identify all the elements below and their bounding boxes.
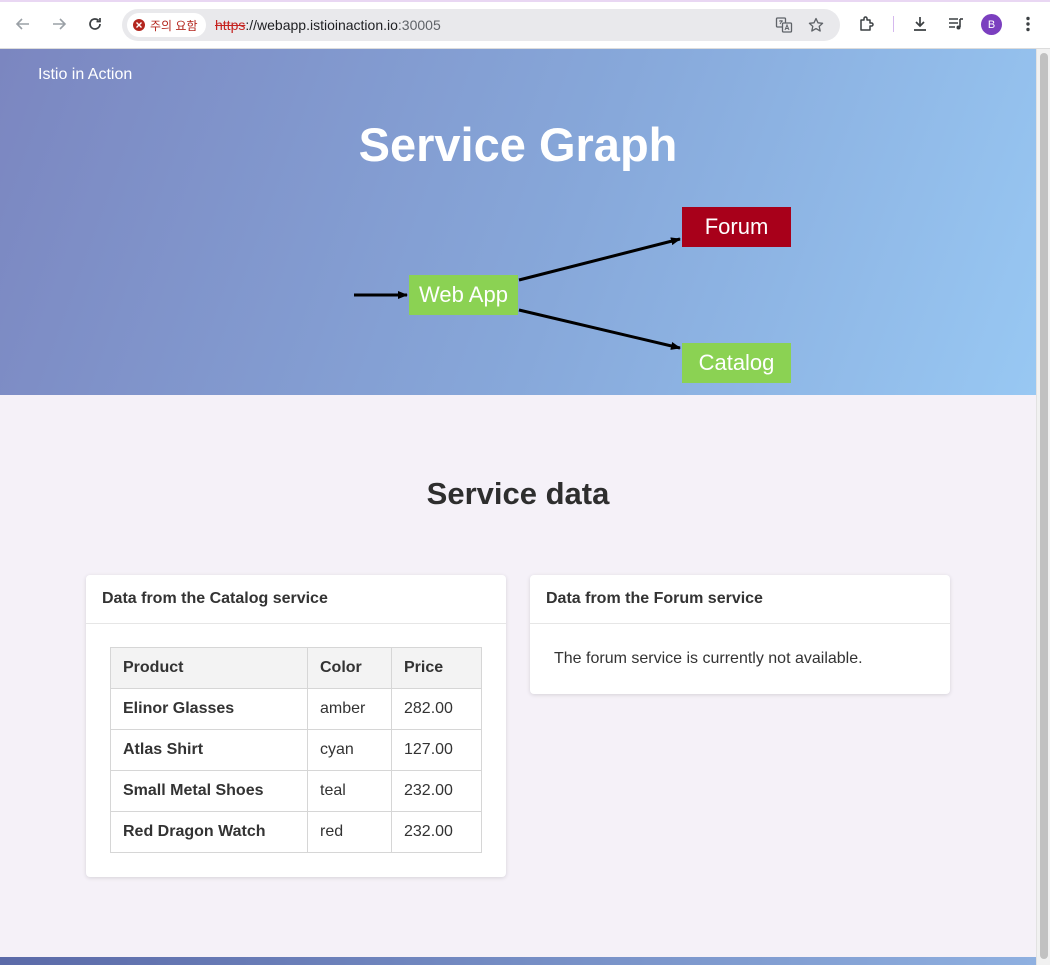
node-catalog: Catalog — [682, 343, 791, 383]
product-price: 282.00 — [391, 688, 482, 730]
product-color: teal — [307, 770, 392, 812]
table-row: Small Metal Shoes teal 232.00 — [110, 770, 482, 812]
table-row: Elinor Glasses amber 282.00 — [110, 688, 482, 730]
product-price: 232.00 — [391, 770, 482, 812]
forum-unavailable-message: The forum service is currently not avail… — [554, 650, 863, 667]
node-forum: Forum — [682, 207, 791, 247]
translate-icon — [775, 17, 793, 33]
scrollbar-thumb[interactable] — [1040, 53, 1048, 959]
product-name: Atlas Shirt — [110, 729, 308, 771]
product-price: 127.00 — [391, 729, 482, 771]
product-price: 232.00 — [391, 811, 482, 853]
catalog-table: Product Color Price Elinor Glasses amber… — [110, 647, 482, 853]
playlist-music-icon — [949, 18, 963, 30]
profile-avatar[interactable]: B — [981, 14, 1002, 35]
bookmark-star-button[interactable] — [806, 15, 826, 35]
download-icon — [914, 17, 926, 31]
tab-strip-edge — [0, 0, 1050, 2]
column-header-price: Price — [391, 647, 482, 689]
node-catalog-label: Catalog — [699, 350, 775, 375]
browser-toolbar: 주의 요함 https://webapp.istioinaction.io:30… — [0, 0, 1050, 49]
star-icon — [808, 17, 824, 32]
product-color: cyan — [307, 729, 392, 771]
table-row: Red Dragon Watch red 232.00 — [110, 811, 482, 853]
puzzle-icon — [860, 16, 874, 31]
vertical-dots-icon — [1026, 16, 1030, 32]
section-title: Service data — [426, 476, 610, 511]
media-control-button[interactable] — [945, 13, 967, 35]
column-header-color: Color — [307, 647, 392, 689]
url-text[interactable]: https://webapp.istioinaction.io:30005 — [215, 17, 441, 33]
browser-menu-button[interactable] — [1017, 13, 1039, 35]
security-warning-chip[interactable]: 주의 요함 — [127, 13, 206, 37]
security-chip-label: 주의 요함 — [150, 18, 198, 33]
url-port: :30005 — [397, 17, 441, 33]
edge-webapp-to-forum — [518, 237, 681, 282]
toolbar-divider — [893, 16, 894, 32]
extensions-button[interactable] — [856, 13, 878, 35]
url-host: ://webapp.istioinaction.io — [245, 17, 398, 33]
product-color: red — [307, 811, 392, 853]
node-forum-label: Forum — [705, 214, 769, 239]
arrow-left-icon — [15, 18, 29, 30]
service-graph: Web App Forum Catalog — [354, 207, 791, 383]
forum-card-title: Data from the Forum service — [530, 575, 950, 624]
arrow-right-icon — [53, 18, 67, 30]
footer-edge — [0, 957, 1036, 965]
translate-button[interactable] — [774, 15, 794, 35]
product-color: amber — [307, 688, 392, 730]
hero-banner: Istio in Action Service Graph Web App Fo… — [0, 49, 1036, 395]
node-webapp-label: Web App — [419, 282, 508, 307]
node-webapp: Web App — [409, 275, 518, 315]
forum-card: Data from the Forum service The forum se… — [530, 575, 950, 694]
page-scrollbar[interactable] — [1036, 49, 1050, 965]
product-name: Elinor Glasses — [110, 688, 308, 730]
url-scheme: https — [215, 17, 246, 33]
address-bar[interactable]: 주의 요함 https://webapp.istioinaction.io:30… — [122, 9, 840, 41]
table-row: Atlas Shirt cyan 127.00 — [110, 729, 482, 771]
back-button[interactable] — [12, 13, 34, 35]
table-header-row: Product Color Price — [110, 647, 482, 689]
product-name: Small Metal Shoes — [110, 770, 308, 812]
forward-button[interactable] — [48, 13, 70, 35]
downloads-button[interactable] — [909, 13, 931, 35]
catalog-card-title: Data from the Catalog service — [86, 575, 506, 624]
warning-x-icon — [133, 19, 145, 31]
edge-webapp-to-catalog — [518, 308, 681, 350]
product-name: Red Dragon Watch — [110, 811, 308, 853]
column-header-product: Product — [110, 647, 308, 689]
catalog-card: Data from the Catalog service Product Co… — [86, 575, 506, 877]
reload-button[interactable] — [84, 13, 106, 35]
reload-icon — [89, 18, 101, 30]
